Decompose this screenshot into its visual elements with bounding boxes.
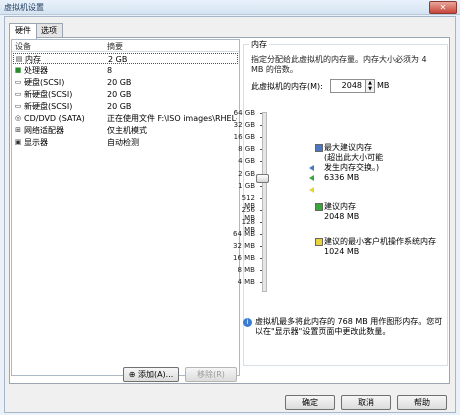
column-device: 设备 [15, 42, 31, 51]
legend-swatch [315, 144, 323, 152]
cancel-button[interactable]: 取消 [341, 395, 391, 410]
memory-group-title: 内存 [249, 39, 269, 50]
scale-label: 64 MB [233, 230, 255, 238]
memory-slider-thumb[interactable] [256, 174, 269, 183]
cpu-icon: ■ [14, 66, 22, 74]
scale-label: 32 MB [233, 242, 255, 251]
settings-dialog: 硬件 选项 设备 摘要 ▤ 内存 2 GB ■ 处理器 8 ▭ 硬盘(SCSI)… [4, 16, 456, 413]
add-button-label: 添加(A)... [137, 370, 174, 379]
disk-icon: ▭ [14, 78, 22, 86]
device-name: 网络适配器 [24, 126, 64, 135]
recommended-marker [309, 175, 314, 181]
scale-label: 1 GB [238, 181, 255, 190]
add-icon: ⊕ [128, 370, 136, 379]
device-name: 新硬盘(SCSI) [24, 90, 73, 99]
tab-options[interactable]: 选项 [35, 23, 63, 38]
memory-description: 指定分配给此虚拟机的内存量。内存大小必须为 4 MB 的倍数。 [251, 55, 427, 74]
device-summary: 2 GB [108, 55, 128, 64]
cdrom-icon: ◎ [14, 114, 22, 122]
scale-label: 2 GB [238, 169, 255, 178]
memory-input[interactable]: 2048 [330, 79, 366, 93]
device-name: 处理器 [24, 66, 48, 75]
device-row[interactable]: ⊞ 网络适配器 仅主机模式 [13, 125, 238, 136]
scale-label: 32 GB [233, 121, 255, 130]
device-name: 新硬盘(SCSI) [24, 102, 73, 111]
device-summary: 20 GB [107, 90, 132, 99]
add-button[interactable]: ⊕ 添加(A)... [123, 367, 179, 382]
ok-button[interactable]: 确定 [285, 395, 335, 410]
device-row[interactable]: ▭ 硬盘(SCSI) 20 GB [13, 77, 238, 88]
memory-icon: ▤ [15, 55, 23, 63]
device-row[interactable]: ▣ 显示器 自动检测 [13, 137, 238, 148]
device-name: CD/DVD (SATA) [24, 114, 85, 123]
remove-button[interactable]: 移除(R) [185, 367, 237, 382]
scale-label: 4 GB [238, 157, 255, 166]
column-summary: 摘要 [107, 42, 123, 51]
device-name: 显示器 [24, 138, 48, 147]
legend-title: 建议的最小客户机操作系统内存 [324, 237, 436, 246]
device-row[interactable]: ▭ 新硬盘(SCSI) 20 GB [13, 101, 238, 112]
scale-label: 8 GB [238, 145, 255, 154]
title-bar: 虚拟机设置 ✕ [0, 0, 460, 15]
memory-stepper[interactable]: ▲ ▼ [365, 79, 375, 93]
legend-swatch [315, 238, 323, 246]
device-list[interactable]: 设备 摘要 ▤ 内存 2 GB ■ 处理器 8 ▭ 硬盘(SCSI) 20 GB… [11, 39, 240, 376]
close-button[interactable]: ✕ [429, 1, 457, 14]
memory-value: 2048 [341, 81, 362, 90]
max-recommended-marker [309, 165, 314, 171]
legend-swatch [315, 203, 323, 211]
min-recommended-marker [309, 187, 314, 193]
disk-icon: ▭ [14, 102, 22, 110]
device-row[interactable]: ▭ 新硬盘(SCSI) 20 GB [13, 89, 238, 100]
device-summary: 仅主机模式 [107, 126, 147, 135]
network-icon: ⊞ [15, 126, 21, 134]
help-button[interactable]: 帮助 [397, 395, 447, 410]
device-row[interactable]: ▤ 内存 2 GB [13, 53, 238, 64]
legend-value: 6336 MB [324, 173, 360, 182]
device-row[interactable]: ■ 处理器 8 [13, 65, 238, 76]
info-icon: i [243, 318, 252, 327]
device-name: 硬盘(SCSI) [24, 78, 65, 87]
memory-slider-track[interactable] [262, 112, 267, 292]
scale-label: 16 MB [233, 254, 255, 263]
device-summary: 自动检测 [107, 138, 139, 147]
scale-label: 64 GB [233, 109, 255, 117]
scale-label: 8 MB [237, 266, 255, 275]
device-summary: 8 [107, 66, 113, 75]
display-icon: ▣ [14, 138, 22, 146]
scale-label: 16 GB [233, 133, 255, 142]
memory-field-label: 此虚拟机的内存(M): [251, 82, 323, 91]
legend-title: 建议内存 [324, 202, 356, 211]
legend-value: 1024 MB [324, 247, 360, 256]
device-list-header: 设备 摘要 [12, 40, 239, 52]
tab-hardware[interactable]: 硬件 [9, 23, 37, 39]
memory-unit: MB [377, 81, 390, 90]
info-text: 虚拟机最多将此内存的 768 MB 用作图形内存。您可以在"显示器"设置页面中更… [255, 317, 443, 336]
device-summary: 20 GB [107, 102, 132, 111]
device-summary: 正在使用文件 F:\ISO images\RHEL-s... [107, 114, 237, 123]
legend-note: (超出此大小可能 发生内存交换。) [324, 153, 384, 172]
window-title: 虚拟机设置 [4, 3, 44, 12]
disk-icon: ▭ [14, 90, 22, 98]
device-row[interactable]: ◎ CD/DVD (SATA) 正在使用文件 F:\ISO images\RHE… [13, 113, 238, 124]
device-name: 内存 [25, 55, 41, 64]
legend-value: 2048 MB [324, 212, 360, 221]
legend-title: 最大建议内存 [324, 143, 372, 152]
device-summary: 20 GB [107, 78, 132, 87]
scale-label: 4 MB [237, 278, 255, 287]
